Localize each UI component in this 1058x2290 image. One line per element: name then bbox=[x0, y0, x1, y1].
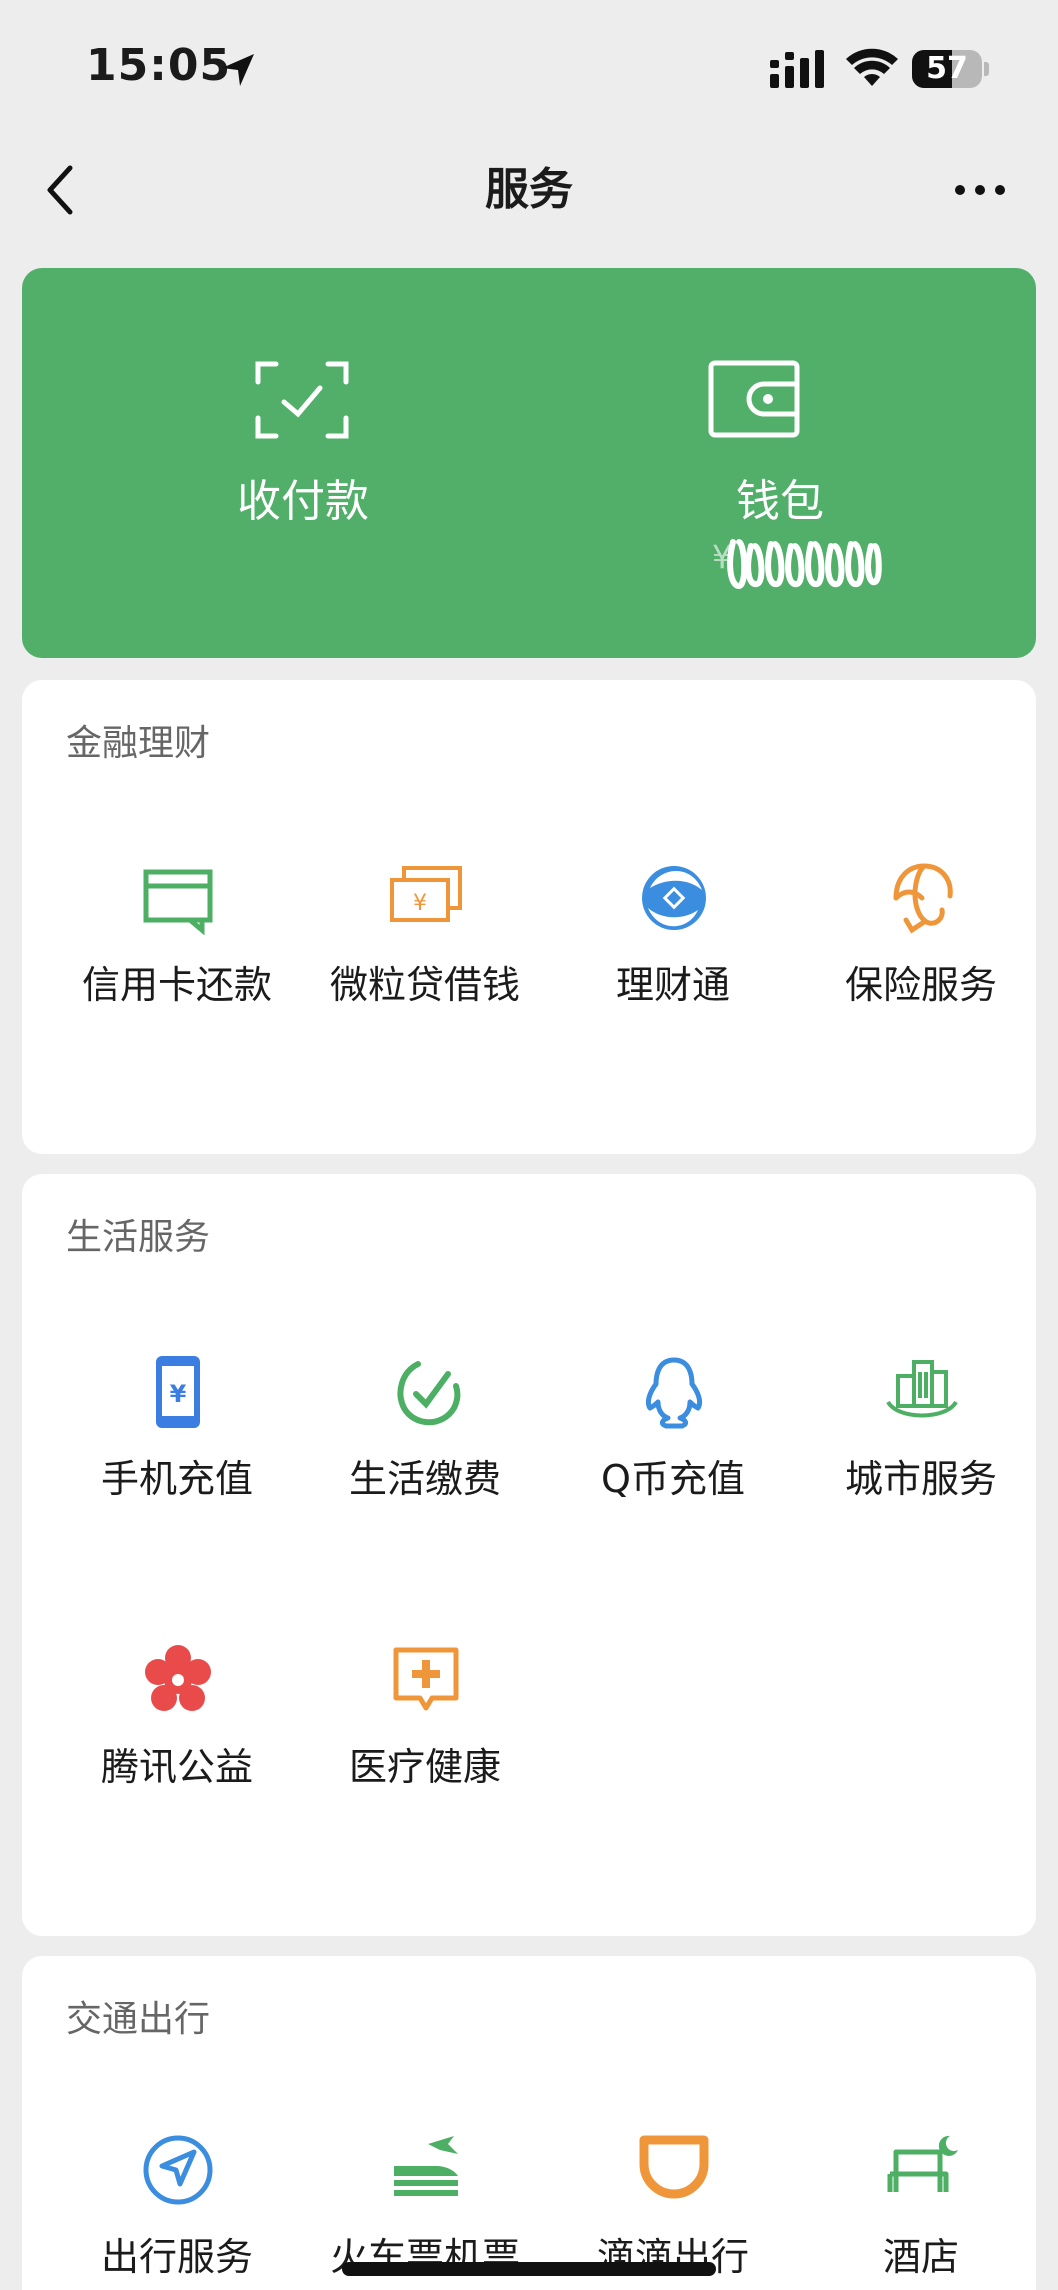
svg-text:¥: ¥ bbox=[413, 891, 427, 916]
wallet-icon bbox=[708, 360, 800, 438]
section-finance: 金融理财 信用卡还款 ¥ 微粒贷借钱 理财通 保险服务 bbox=[22, 680, 1036, 1154]
scan-check-icon bbox=[255, 361, 349, 439]
more-options-icon[interactable] bbox=[952, 170, 1008, 210]
section-title-life: 生活服务 bbox=[66, 1217, 211, 1258]
cellular-signal-icon bbox=[770, 50, 824, 88]
service-qcoin-topup[interactable]: Q币充值 bbox=[548, 1354, 798, 1534]
utility-payment-icon bbox=[397, 1361, 461, 1426]
status-bar: 15:05 57 bbox=[0, 0, 1058, 130]
home-indicator[interactable] bbox=[342, 2262, 716, 2276]
service-hotel[interactable]: 酒店 bbox=[796, 2132, 1046, 2290]
battery-percent: 57 bbox=[926, 51, 968, 86]
didi-icon bbox=[639, 2135, 709, 2199]
service-label: 酒店 bbox=[882, 2235, 959, 2279]
service-label: 生活缴费 bbox=[348, 1457, 501, 1501]
battery-indicator: 57 bbox=[912, 50, 982, 88]
svg-text:¥: ¥ bbox=[170, 1380, 187, 1408]
service-label: 微粒贷借钱 bbox=[329, 963, 520, 1007]
balance-redaction-scribble bbox=[727, 539, 882, 590]
services-page: 15:05 57 服务 收付款 钱包 ¥ 金融理财 信用卡还款 ¥ 微粒贷借钱 … bbox=[0, 0, 1058, 2290]
section-life: 生活服务 ¥ 手机充值 生活缴费 Q币充值 城市服务 腾讯公益 医疗健康 bbox=[22, 1174, 1036, 1936]
service-insurance[interactable]: 保险服务 bbox=[796, 860, 1046, 1040]
wealth-icon bbox=[642, 866, 706, 930]
medical-icon bbox=[393, 1647, 459, 1711]
navigation-icon bbox=[143, 2135, 213, 2205]
hotel-bed-icon bbox=[887, 2135, 958, 2192]
charity-flower-icon bbox=[145, 1645, 211, 1711]
service-travel[interactable]: 出行服务 bbox=[52, 2132, 302, 2290]
service-mobile-topup[interactable]: ¥ 手机充值 bbox=[52, 1354, 302, 1534]
service-weili-loan[interactable]: ¥ 微粒贷借钱 bbox=[300, 860, 550, 1040]
service-city[interactable]: 城市服务 bbox=[796, 1354, 1046, 1534]
service-label: 手机充值 bbox=[100, 1457, 253, 1501]
service-label: 出行服务 bbox=[100, 2235, 253, 2279]
service-label: 信用卡还款 bbox=[81, 963, 272, 1007]
pay-card: 收付款 钱包 ¥ bbox=[22, 268, 1036, 658]
location-arrow-icon bbox=[222, 54, 254, 86]
status-time: 15:05 bbox=[86, 40, 232, 91]
train-plane-icon bbox=[394, 2136, 458, 2196]
battery-cap bbox=[984, 62, 989, 76]
section-transport: 交通出行 出行服务 火车票机票 滴滴出行 酒店 bbox=[22, 1956, 1036, 2290]
loan-icon: ¥ bbox=[390, 866, 462, 922]
pay-receive-label: 收付款 bbox=[237, 476, 369, 527]
page-title: 服务 bbox=[485, 164, 573, 215]
service-label: 医疗健康 bbox=[348, 1745, 501, 1789]
nav-bar: 服务 bbox=[0, 130, 1058, 250]
credit-card-icon bbox=[143, 869, 213, 936]
wallet-button[interactable]: 钱包 bbox=[529, 268, 1036, 658]
section-title-finance: 金融理财 bbox=[66, 723, 211, 764]
service-label: 保险服务 bbox=[844, 963, 997, 1007]
insurance-icon bbox=[893, 863, 953, 934]
city-buildings-icon bbox=[886, 1360, 958, 1418]
wifi-icon bbox=[846, 48, 898, 86]
pay-receive-button[interactable]: 收付款 bbox=[22, 268, 529, 658]
service-label: Q币充值 bbox=[601, 1457, 745, 1501]
service-licaitong[interactable]: 理财通 bbox=[548, 860, 798, 1040]
qq-penguin-icon bbox=[645, 1357, 703, 1429]
service-label: 腾讯公益 bbox=[100, 1745, 253, 1789]
service-tencent-charity[interactable]: 腾讯公益 bbox=[52, 1642, 302, 1822]
service-medical[interactable]: 医疗健康 bbox=[300, 1642, 550, 1822]
service-label: 理财通 bbox=[615, 963, 730, 1007]
service-credit-card-repay[interactable]: 信用卡还款 bbox=[52, 860, 302, 1040]
section-title-transport: 交通出行 bbox=[66, 1999, 211, 2040]
service-utility-payment[interactable]: 生活缴费 bbox=[300, 1354, 550, 1534]
wallet-label: 钱包 bbox=[736, 476, 824, 527]
service-label: 城市服务 bbox=[844, 1457, 997, 1501]
mobile-topup-icon: ¥ bbox=[156, 1356, 200, 1428]
